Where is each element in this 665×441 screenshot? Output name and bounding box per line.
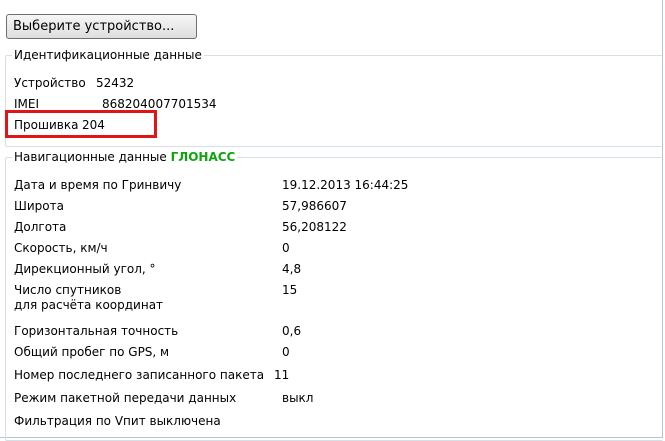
- nav-row-label: Число спутников: [14, 283, 122, 297]
- nav-row-value: 4,8: [282, 262, 302, 276]
- navigation-title-system: ГЛОНАСС: [170, 150, 236, 164]
- device-label: Устройство: [14, 76, 86, 90]
- firmware-highlight-box: [5, 110, 157, 138]
- imei-label: IMEI: [14, 97, 40, 111]
- nav-row-value: 15: [282, 283, 298, 297]
- nav-row-label-line2: для расчёта координат: [14, 298, 164, 312]
- select-device-button[interactable]: Выберите устройство...: [6, 14, 197, 39]
- nav-row-label: Номер последнего записанного пакета: [14, 368, 265, 382]
- nav-row-label: Дата и время по Гринвичу: [14, 178, 182, 192]
- nav-row-label: Режим пакетной передачи данных: [14, 391, 237, 405]
- nav-row-label: Общий пробег по GPS, м: [14, 345, 170, 359]
- nav-row-label: Широта: [14, 199, 64, 213]
- nav-row-label: Фильтрация по Vпит выключена: [14, 414, 221, 428]
- nav-row-value: 11: [274, 368, 290, 382]
- nav-row-value: 57,986607: [282, 199, 347, 213]
- nav-row-value: 19.12.2013 16:44:25: [282, 178, 409, 192]
- nav-row-value: 0: [282, 241, 290, 255]
- navigation-group-title: Навигационные данные ГЛОНАСС: [12, 150, 238, 164]
- nav-row-value: выкл: [282, 391, 314, 405]
- device-info-panel: Выберите устройство... Идентификационные…: [0, 0, 663, 441]
- nav-row-label: Дирекционный угол, °: [14, 262, 156, 276]
- nav-row-label: Долгота: [14, 220, 67, 234]
- nav-row-value: 56,208122: [282, 220, 347, 234]
- nav-row-value: 0: [282, 345, 290, 359]
- device-value: 52432: [96, 76, 135, 90]
- nav-row-label: Горизонтальная точность: [14, 324, 179, 338]
- nav-row-label: Скорость, км/ч: [14, 241, 108, 255]
- identification-group-title: Идентификационные данные: [12, 48, 204, 62]
- nav-row-value: 0,6: [282, 324, 302, 338]
- imei-value: 868204007701534: [102, 97, 217, 111]
- navigation-title-prefix: Навигационные данные: [14, 150, 167, 164]
